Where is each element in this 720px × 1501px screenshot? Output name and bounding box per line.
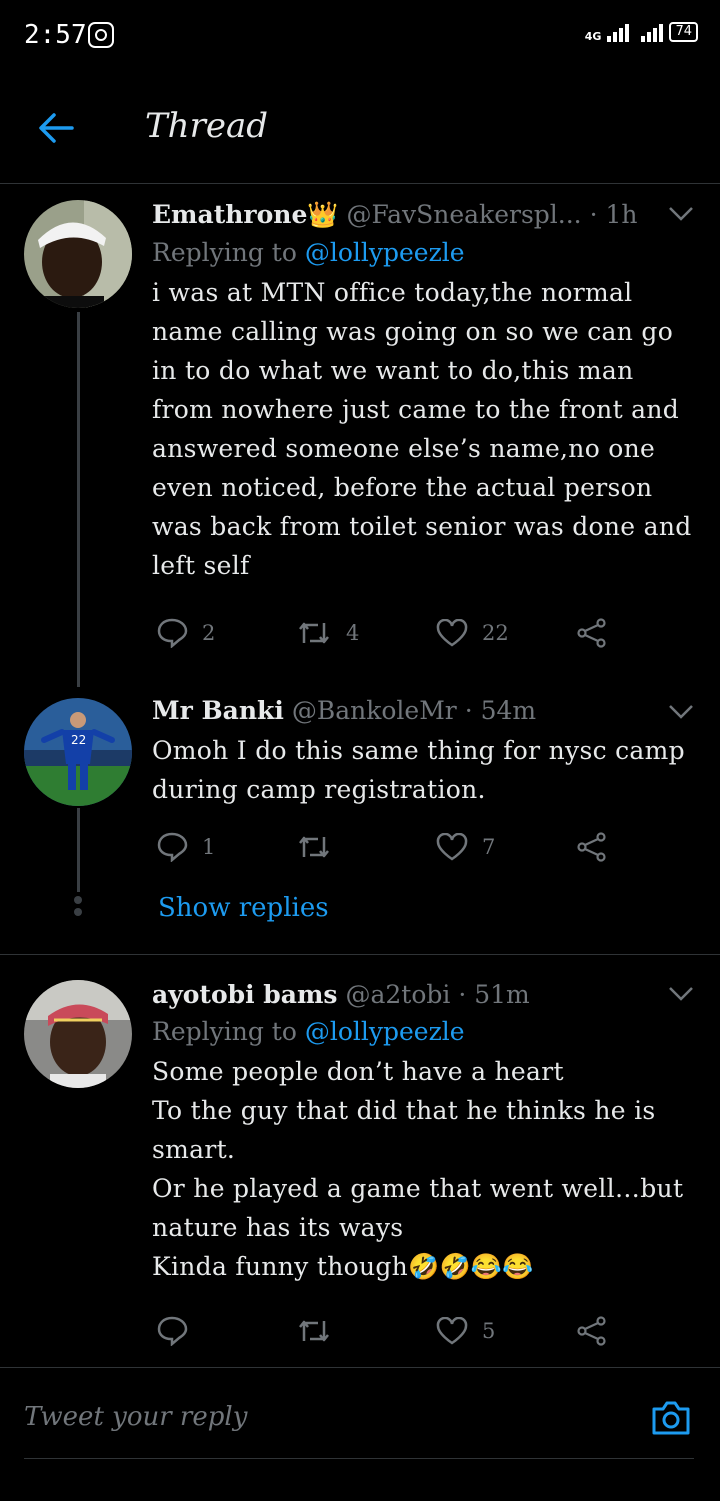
- tweet-body: ayotobi bams @a2tobi · 51m Replying to @…: [152, 980, 694, 1286]
- tweet-text: Omoh I do this same thing for nysc camp …: [152, 736, 685, 804]
- author-name[interactable]: Mr Banki: [152, 696, 284, 725]
- tweet-body: Mr Banki @BankoleMr · 54m Omoh I do this…: [152, 696, 694, 809]
- chevron-down-icon[interactable]: [668, 986, 694, 1006]
- tweet-header: ayotobi bams @a2tobi · 51m: [152, 980, 652, 1009]
- back-arrow-icon[interactable]: [38, 112, 74, 148]
- heart-icon: [436, 619, 468, 647]
- reply-button[interactable]: 1: [156, 832, 296, 862]
- system-icons: 4G 74: [585, 22, 698, 42]
- tweet-time: · 54m: [464, 696, 537, 725]
- jersey-number: 22: [71, 733, 86, 747]
- battery-icon: 74: [669, 22, 698, 42]
- thread-line-2: [77, 808, 80, 892]
- like-button[interactable]: 7: [436, 832, 576, 862]
- author-name[interactable]: ayotobi bams: [152, 980, 338, 1009]
- input-underline: [24, 1458, 694, 1459]
- avatar[interactable]: 22: [24, 698, 132, 806]
- author-handle[interactable]: @BankoleMr: [292, 696, 457, 725]
- thread-dots: [74, 896, 82, 920]
- tweet-actions: 5: [156, 1316, 616, 1346]
- like-button[interactable]: 22: [436, 618, 576, 648]
- share-icon: [577, 1316, 606, 1346]
- share-button[interactable]: [576, 832, 608, 862]
- share-icon: [577, 618, 606, 648]
- tweet-text: Some people don’t have a heart To the gu…: [152, 1057, 684, 1281]
- mention-link[interactable]: @lollypeezle: [305, 1017, 465, 1046]
- replying-label: Replying to: [152, 238, 305, 267]
- reply-icon: [157, 832, 188, 862]
- tweet-time: · 51m: [458, 980, 530, 1009]
- retweet-icon: [299, 622, 329, 644]
- like-count: 22: [482, 621, 509, 645]
- reply-icon: [157, 618, 188, 648]
- retweet-button[interactable]: [296, 1316, 436, 1346]
- status-bar: 2:57 4G 74: [0, 0, 720, 70]
- avatar[interactable]: [24, 200, 132, 308]
- tweet-body: Emathrone👑 @FavSneakerspl... · 1h Replyi…: [152, 200, 694, 585]
- status-time: 2:57: [24, 20, 87, 50]
- avatar[interactable]: [24, 980, 132, 1088]
- retweet-count: 4: [346, 621, 360, 645]
- network-label: 4G: [584, 30, 602, 43]
- share-button[interactable]: [576, 1316, 608, 1346]
- signal-icon-2: [641, 22, 664, 42]
- share-button[interactable]: [576, 618, 608, 648]
- reply-count: 2: [202, 621, 216, 645]
- reply-button[interactable]: 2: [156, 618, 296, 648]
- replying-to: Replying to @lollypeezle: [152, 238, 694, 267]
- tweet-actions: 1 7: [156, 832, 616, 862]
- mention-link[interactable]: @lollypeezle: [305, 238, 465, 267]
- tweet-text: i was at MTN office today,the normal nam…: [152, 278, 692, 580]
- replying-label: Replying to: [152, 1017, 305, 1046]
- share-icon: [577, 832, 606, 862]
- author-name[interactable]: Emathrone👑: [152, 200, 339, 229]
- signal-icon: [607, 22, 630, 42]
- retweet-button[interactable]: [296, 832, 436, 862]
- chevron-down-icon[interactable]: [668, 704, 694, 724]
- reply-button[interactable]: [156, 1316, 296, 1346]
- author-handle[interactable]: @a2tobi: [345, 980, 450, 1009]
- retweet-icon: [299, 836, 329, 858]
- reply-input[interactable]: Tweet your reply: [24, 1402, 247, 1432]
- chevron-down-icon[interactable]: [668, 206, 694, 226]
- tweet-actions: 2 4 22: [156, 618, 616, 648]
- like-count: 7: [482, 835, 496, 859]
- tweet-time: · 1h: [589, 200, 638, 229]
- reply-count: 1: [202, 835, 216, 859]
- camera-icon[interactable]: [650, 1400, 692, 1440]
- page-title: Thread: [145, 106, 268, 146]
- header: Thread: [0, 70, 720, 184]
- instagram-icon: [88, 22, 114, 48]
- divider: [0, 954, 720, 955]
- heart-icon: [436, 833, 468, 861]
- retweet-icon: [299, 1320, 329, 1342]
- like-count: 5: [482, 1319, 496, 1343]
- show-replies-link[interactable]: Show replies: [158, 893, 329, 923]
- tweet-header: Emathrone👑 @FavSneakerspl... · 1h: [152, 200, 652, 230]
- author-handle[interactable]: @FavSneakerspl...: [346, 200, 581, 229]
- like-button[interactable]: 5: [436, 1316, 576, 1346]
- tweet-header: Mr Banki @BankoleMr · 54m: [152, 696, 652, 725]
- heart-icon: [436, 1317, 468, 1345]
- replying-to: Replying to @lollypeezle: [152, 1017, 694, 1046]
- thread-line: [77, 312, 80, 687]
- reply-bar: Tweet your reply: [0, 1367, 720, 1501]
- retweet-button[interactable]: 4: [296, 618, 436, 648]
- reply-icon: [157, 1316, 188, 1346]
